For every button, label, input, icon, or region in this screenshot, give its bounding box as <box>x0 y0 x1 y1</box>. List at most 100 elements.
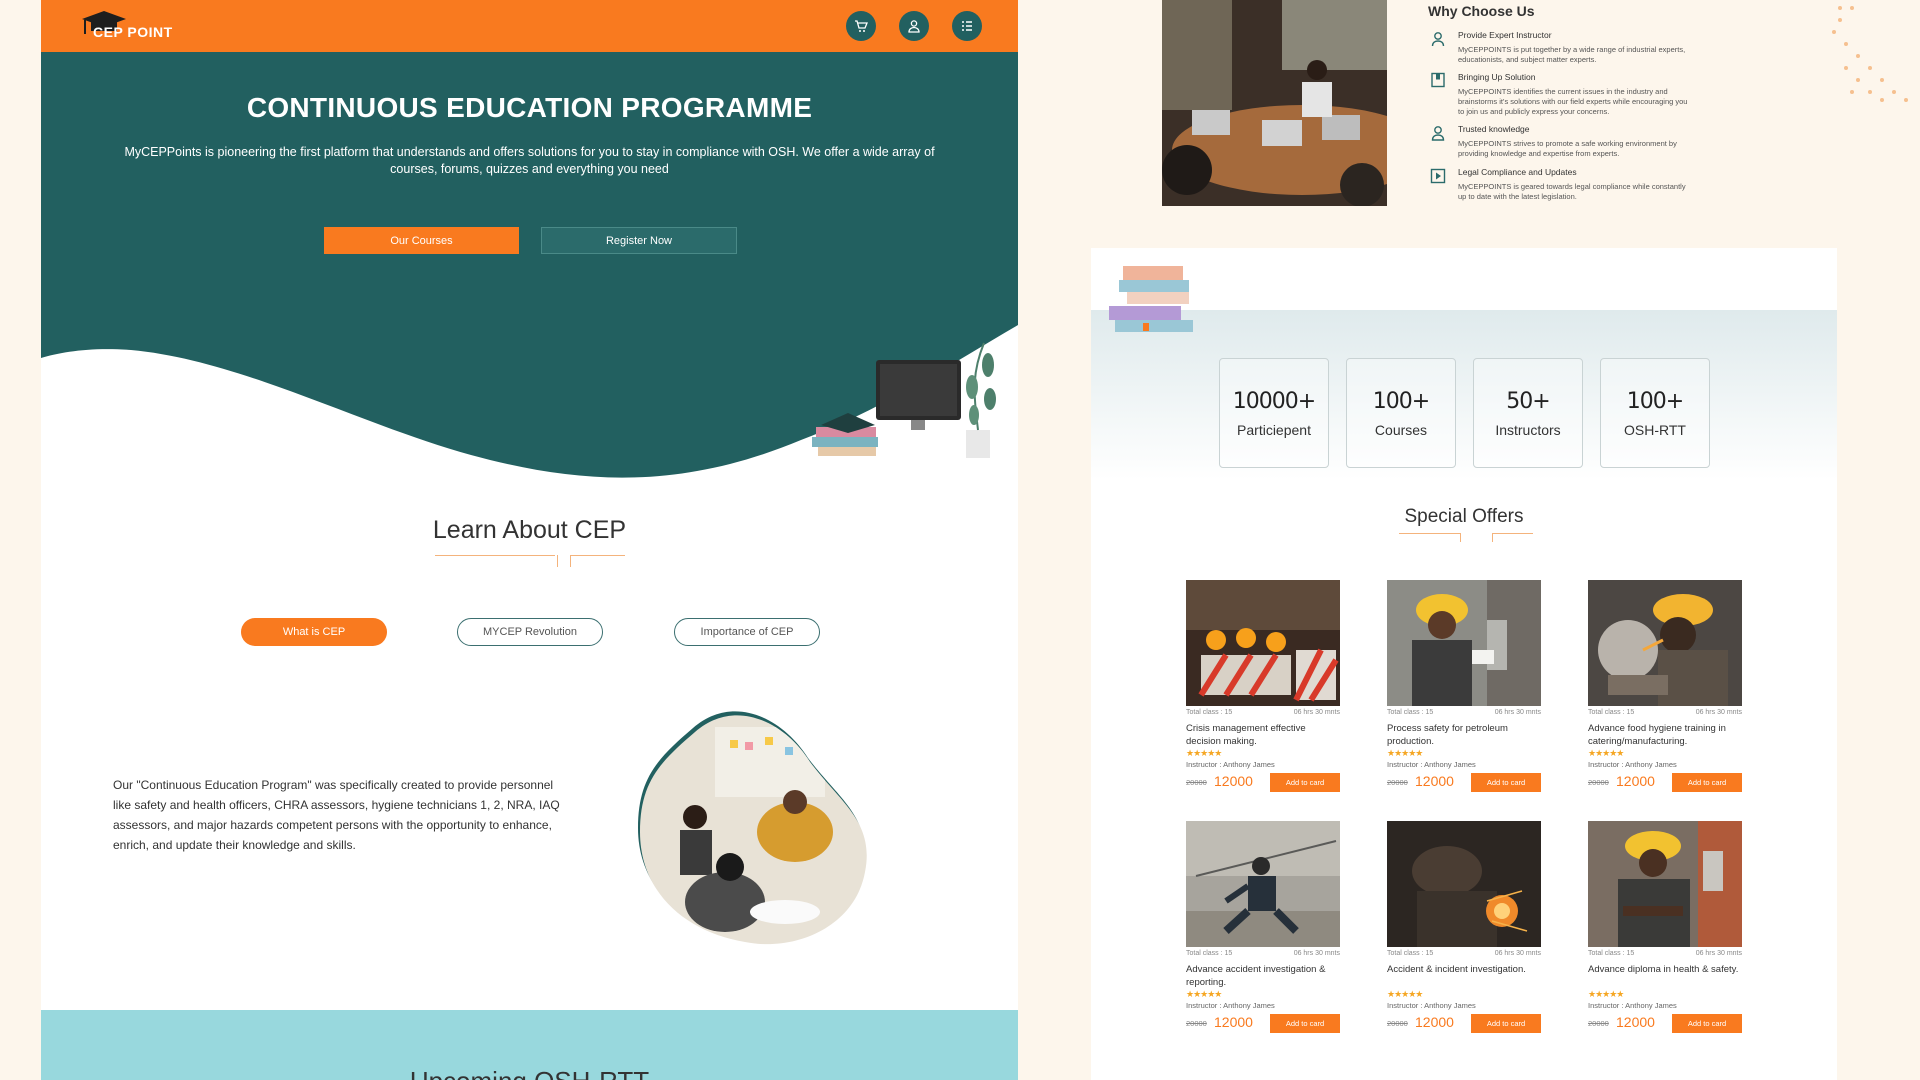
why-item-desc: MyCEPPOINTS strives to promote a safe wo… <box>1458 139 1677 158</box>
add-to-cart-button[interactable]: Add to card <box>1672 773 1742 792</box>
play-icon <box>1430 168 1446 184</box>
stat-label: Courses <box>1374 422 1428 438</box>
add-to-cart-button[interactable]: Add to card <box>1471 773 1541 792</box>
about-cep-text: Our "Continuous Education Program" was s… <box>113 778 560 852</box>
course-total-classes: Total class : 15 <box>1588 709 1635 716</box>
landing-page-left: CEP POINT CONTINUOUS EDUCATION PROGRAMME… <box>41 0 1018 1080</box>
instructor-icon <box>1430 31 1446 47</box>
title-underline <box>435 555 555 556</box>
course-instructor: Instructor : Anthony James <box>1588 1001 1677 1010</box>
tab-importance-of-cep[interactable]: Importance of CEP <box>674 618 820 646</box>
user-icon[interactable] <box>899 11 929 41</box>
why-item-desc: MyCEPPOINTS identifies the current issue… <box>1458 87 1688 116</box>
why-choose-us-title: Why Choose Us <box>1428 3 1535 19</box>
course-card[interactable]: Total class : 15 06 hrs 30 mnts Advance … <box>1588 580 1742 820</box>
title-underline-tick <box>1492 533 1493 542</box>
course-image <box>1186 580 1340 706</box>
course-instructor: Instructor : Anthony James <box>1387 1001 1476 1010</box>
site-logo[interactable]: CEP POINT <box>79 10 199 44</box>
title-underline-tick <box>557 555 558 567</box>
add-to-cart-button[interactable]: Add to card <box>1270 1014 1340 1033</box>
stat-label: Particiepent <box>1237 422 1311 438</box>
old-price: 20000 <box>1186 778 1207 787</box>
books-illustration <box>1109 266 1193 332</box>
course-card[interactable]: Total class : 15 06 hrs 30 mnts Advance … <box>1588 821 1742 1061</box>
course-meta: Total class : 15 06 hrs 30 mnts <box>1588 950 1742 957</box>
decorative-dots <box>1832 6 1908 102</box>
site-header: CEP POINT <box>41 0 1018 52</box>
tab-what-is-cep[interactable]: What is CEP <box>241 618 387 646</box>
course-card[interactable]: Total class : 15 06 hrs 30 mnts Accident… <box>1387 821 1541 1061</box>
old-price: 20000 <box>1588 778 1609 787</box>
meeting-room-photo <box>1162 0 1387 206</box>
stat-label: Instructors <box>1495 422 1561 438</box>
course-duration: 06 hrs 30 mnts <box>1293 950 1340 957</box>
add-to-cart-button[interactable]: Add to card <box>1471 1014 1541 1033</box>
knowledge-icon <box>1430 125 1446 141</box>
stat-card: 10000+ Particiepent <box>1219 358 1329 468</box>
course-name[interactable]: Advance diploma in health & safety. <box>1588 963 1742 976</box>
course-price: 12000 <box>1415 1014 1454 1030</box>
course-total-classes: Total class : 15 <box>1387 950 1434 957</box>
course-duration: 06 hrs 30 mnts <box>1695 950 1742 957</box>
tab-mycep-revolution[interactable]: MYCEP Revolution <box>457 618 603 646</box>
cart-icon[interactable] <box>846 11 876 41</box>
old-price: 20000 <box>1387 778 1408 787</box>
course-total-classes: Total class : 15 <box>1186 709 1233 716</box>
course-price: 12000 <box>1616 773 1655 789</box>
stat-card: 100+ OSH-RTT <box>1600 358 1710 468</box>
title-underline <box>1492 533 1533 534</box>
stats-and-offers-panel: 10000+ Particiepent 100+ Courses 50+ Ins… <box>1091 248 1837 1080</box>
course-image <box>1588 580 1742 706</box>
course-name[interactable]: Advance food hygiene training in caterin… <box>1588 722 1742 748</box>
course-meta: Total class : 15 06 hrs 30 mnts <box>1186 709 1340 716</box>
add-to-cart-button[interactable]: Add to card <box>1672 1014 1742 1033</box>
classroom-photo-blob <box>638 711 867 945</box>
old-price: 20000 <box>1186 1019 1207 1028</box>
course-name[interactable]: Crisis management effective decision mak… <box>1186 722 1340 748</box>
why-item-heading: Bringing Up Solution <box>1458 72 1536 82</box>
course-price: 12000 <box>1214 773 1253 789</box>
title-underline-tick <box>1460 533 1461 542</box>
old-price: 20000 <box>1588 1019 1609 1028</box>
course-duration: 06 hrs 30 mnts <box>1293 709 1340 716</box>
course-name[interactable]: Advance accident investigation & reporti… <box>1186 963 1340 989</box>
hero-title: CONTINUOUS EDUCATION PROGRAMME <box>246 92 813 123</box>
course-duration: 06 hrs 30 mnts <box>1494 950 1541 957</box>
course-total-classes: Total class : 15 <box>1186 950 1233 957</box>
course-meta: Total class : 15 06 hrs 30 mnts <box>1588 709 1742 716</box>
title-underline-tick <box>570 555 571 567</box>
menu-icon[interactable] <box>952 11 982 41</box>
course-image <box>1186 821 1340 947</box>
our-courses-button[interactable]: Our Courses <box>324 227 519 254</box>
title-underline <box>570 555 625 556</box>
upcoming-section-title: Upcoming OSH-RTT <box>41 1066 1018 1080</box>
course-card[interactable]: Total class : 15 06 hrs 30 mnts Process … <box>1387 580 1541 820</box>
course-duration: 06 hrs 30 mnts <box>1494 709 1541 716</box>
register-now-button[interactable]: Register Now <box>541 227 737 254</box>
rating-stars: ★★★★★ <box>1588 989 1624 999</box>
course-instructor: Instructor : Anthony James <box>1588 760 1677 769</box>
why-item-desc: MyCEPPOINTS is put together by a wide ra… <box>1458 45 1686 64</box>
learn-section-title: Learn About CEP <box>432 516 627 544</box>
stat-number: 100+ <box>1626 389 1684 414</box>
add-to-cart-button[interactable]: Add to card <box>1270 773 1340 792</box>
course-name[interactable]: Process safety for petroleum production. <box>1387 722 1541 748</box>
course-price: 12000 <box>1214 1014 1253 1030</box>
course-card[interactable]: Total class : 15 06 hrs 30 mnts Advance … <box>1186 821 1340 1061</box>
special-offers-title: Special Offers <box>1404 506 1524 527</box>
stat-label: OSH-RTT <box>1624 422 1686 438</box>
stat-card: 50+ Instructors <box>1473 358 1583 468</box>
stat-number: 100+ <box>1372 389 1430 414</box>
course-instructor: Instructor : Anthony James <box>1387 760 1476 769</box>
course-name[interactable]: Accident & incident investigation. <box>1387 963 1541 976</box>
title-underline <box>1399 533 1461 534</box>
why-item-desc: MyCEPPOINTS is geared towards legal comp… <box>1458 182 1686 201</box>
course-image <box>1588 821 1742 947</box>
stat-card: 100+ Courses <box>1346 358 1456 468</box>
course-image <box>1387 580 1541 706</box>
course-card[interactable]: Total class : 15 06 hrs 30 mnts Crisis m… <box>1186 580 1340 820</box>
logo-text: CEP POINT <box>93 24 173 40</box>
why-item-heading: Provide Expert Instructor <box>1458 30 1552 40</box>
why-item-heading: Legal Compliance and Updates <box>1458 167 1577 177</box>
